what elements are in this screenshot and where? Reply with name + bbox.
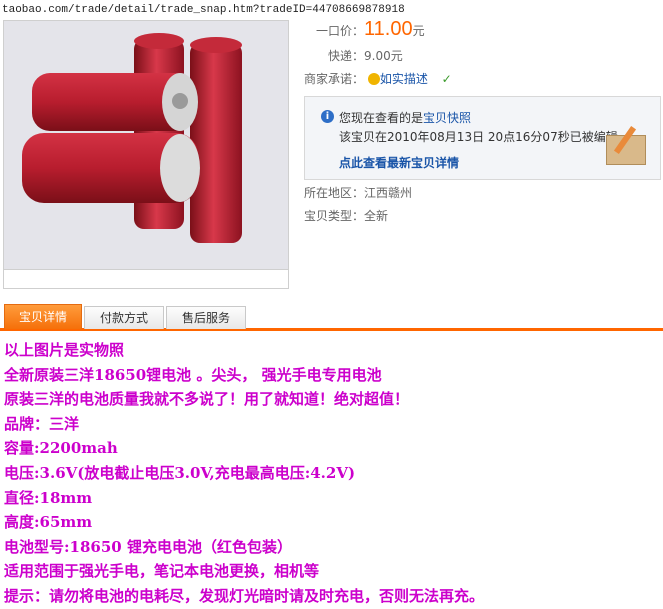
info-icon: i xyxy=(321,110,334,123)
location-row: 所在地区：江西赣州 xyxy=(292,184,412,201)
description-line: 品牌：三洋 xyxy=(4,414,80,433)
location-label: 所在地区： xyxy=(303,186,364,200)
commitment-link[interactable]: 如实描述 xyxy=(380,72,428,86)
view-latest-link-text[interactable]: 点此查看最新宝贝详情 xyxy=(339,156,459,170)
snapshot-link[interactable]: 宝贝快照 xyxy=(423,111,471,125)
description-line: 电池型号:18650 锂充电电池（红色包装） xyxy=(4,537,292,556)
price-row: 一口价：11.00元 xyxy=(292,18,425,41)
address-bar[interactable]: taobao.com/trade/detail/trade_snap.htm?t… xyxy=(0,0,663,20)
item-description: 以上图片是实物照 全新原装三洋18650锂电池 。尖头， 强光手电专用电池 原装… xyxy=(4,338,663,609)
tab-after-sales[interactable]: 售后服务 xyxy=(166,306,246,329)
commitment-row: 商家承诺： 如实描述 ✓ xyxy=(292,70,454,87)
shipping-row: 快递：9.00元 xyxy=(292,47,403,64)
description-line: 容量:2200mah xyxy=(4,439,118,458)
description-line: 原装三洋的电池质量我就不多说了！用了就知道！绝对超值！ xyxy=(4,390,410,409)
price-unit: 元 xyxy=(412,24,425,38)
description-line: 高度:65mm xyxy=(4,513,93,532)
photo-thumb-strip xyxy=(3,268,289,289)
shipping-value: 9.00元 xyxy=(364,49,403,63)
commitment-badge-icon xyxy=(367,73,380,85)
description-line: 以上图片是实物照 xyxy=(4,341,125,359)
product-photo xyxy=(3,20,289,270)
price-value: 11.00 xyxy=(364,18,413,40)
item-type-label: 宝贝类型： xyxy=(303,209,364,223)
location-value: 江西赣州 xyxy=(364,186,413,200)
snapshot-line1-text: 您现在查看的是 xyxy=(339,111,424,125)
snapshot-line1: 您现在查看的是宝贝快照 xyxy=(339,109,471,126)
description-line: 提示：请勿将电池的电耗尽，发现灯光暗时请及时充电，否则无法再充。 xyxy=(4,586,485,605)
item-type-row: 宝贝类型：全新 xyxy=(292,207,388,224)
view-latest-link[interactable]: 点此查看最新宝贝详情 xyxy=(339,154,459,171)
price-label: 一口价： xyxy=(315,24,364,38)
detail-tabs: 宝贝详情 付款方式 售后服务 xyxy=(0,304,663,331)
commitment-label: 商家承诺： xyxy=(303,72,364,86)
consumer-protection-icon[interactable]: ✓ xyxy=(442,72,454,86)
tab-payment-methods[interactable]: 付款方式 xyxy=(84,306,164,329)
description-line: 直径:18mm xyxy=(4,488,93,507)
description-line: 电压:3.6V(放电截止电压3.0V,充电最高电压:4.2V) xyxy=(4,463,356,482)
item-type-value: 全新 xyxy=(364,209,389,223)
snapshot-notice: i 您现在查看的是宝贝快照 该宝贝在2010年08月13日 20点16分07秒已… xyxy=(304,96,661,180)
description-line: 全新原装三洋18650锂电池 。尖头， 强光手电专用电池 xyxy=(4,365,382,384)
package-pencil-icon xyxy=(604,121,648,165)
description-line: 适用范围于强光手电，笔记本电池更换，相机等 xyxy=(4,562,320,581)
tab-item-details[interactable]: 宝贝详情 xyxy=(4,304,82,329)
snapshot-edited-text: 该宝贝在2010年08月13日 20点16分07秒已被编辑。 xyxy=(339,130,630,144)
shipping-label: 快递： xyxy=(327,49,364,63)
